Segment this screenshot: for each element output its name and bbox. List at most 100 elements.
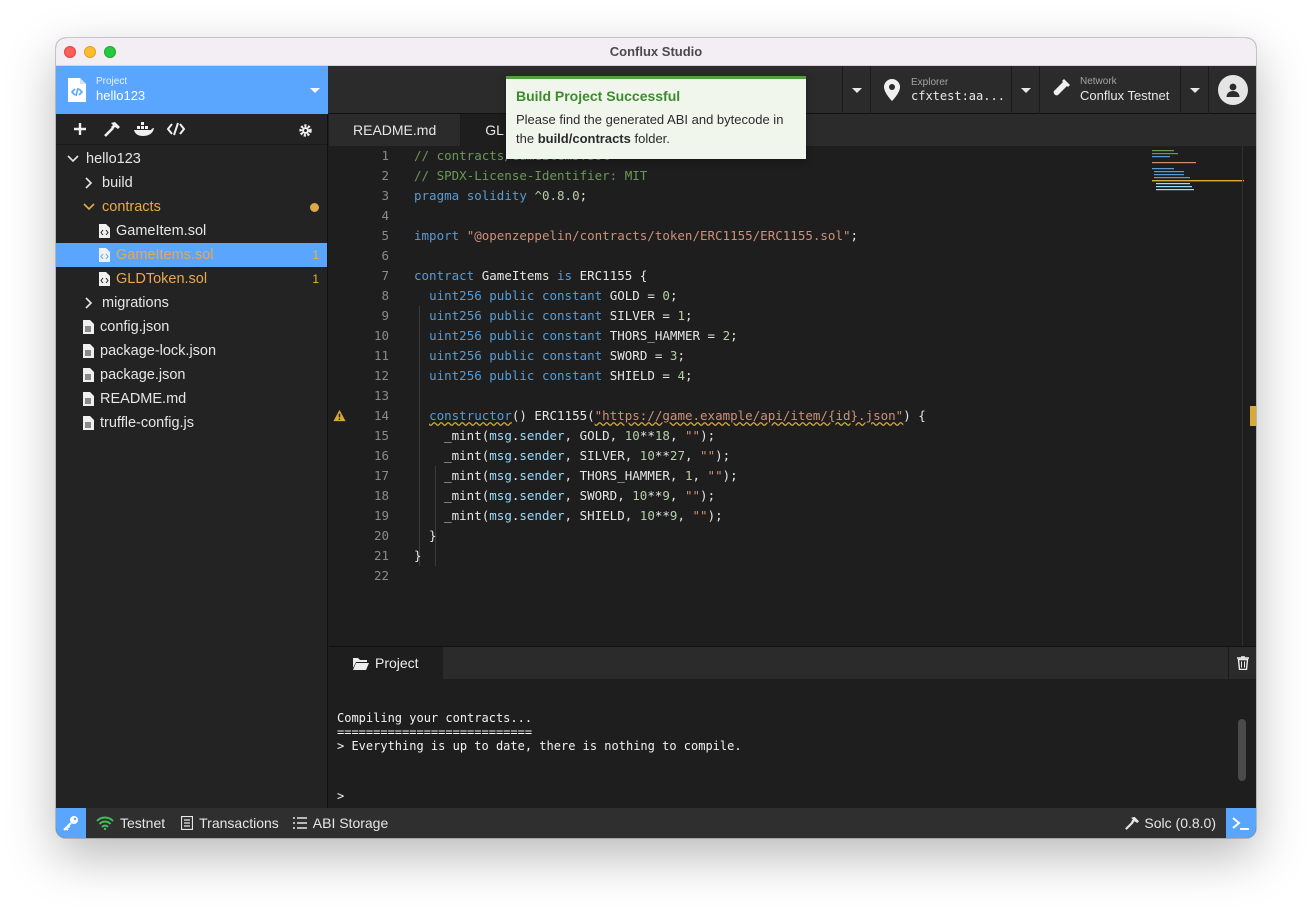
chevron-down-icon — [66, 152, 80, 166]
terminal-panel: Project Compiling your contracts... =====… — [329, 646, 1256, 808]
terminal-icon — [1232, 817, 1249, 830]
chevron-right-icon — [82, 296, 96, 310]
network-status[interactable]: Testnet — [96, 815, 165, 831]
project-selector[interactable]: Project hello123 — [56, 66, 328, 114]
file-package-json[interactable]: package.json — [56, 363, 327, 387]
folder-migrations[interactable]: migrations — [56, 291, 327, 315]
code-button[interactable] — [160, 115, 192, 143]
file-gldtoken[interactable]: GLDToken.sol 1 — [56, 267, 327, 291]
title-bar: Conflux Studio — [56, 38, 1256, 66]
abi-storage-label: ABI Storage — [312, 815, 389, 831]
folder-label: hello123 — [86, 151, 141, 167]
line-number: 2 — [381, 168, 389, 183]
file-icon — [83, 416, 94, 430]
sidebar-toolbar — [56, 114, 327, 145]
terminal-scrollbar[interactable] — [1238, 719, 1246, 781]
terminal-line: =========================== — [337, 725, 533, 739]
terminal-tabs: Project — [329, 647, 1256, 679]
line-number: 16 — [373, 448, 389, 463]
code-icon — [167, 122, 185, 136]
tab-project-terminal[interactable]: Project — [329, 647, 443, 679]
warning-icon[interactable] — [333, 409, 346, 422]
key-icon — [63, 816, 78, 831]
project-name: hello123 — [96, 88, 146, 104]
minimize-window-button[interactable] — [84, 46, 96, 58]
build-success-toast[interactable]: Build Project Successful Please find the… — [506, 76, 806, 159]
file-gameitems[interactable]: GameItems.sol 1 — [56, 243, 327, 267]
gear-icon — [298, 123, 312, 137]
file-icon — [83, 344, 94, 358]
deploy-button[interactable] — [128, 115, 160, 143]
map-pin-icon — [884, 79, 900, 101]
file-config-json[interactable]: config.json — [56, 315, 327, 339]
chevron-down-icon[interactable] — [310, 88, 320, 93]
folder-contracts[interactable]: contracts — [56, 195, 327, 219]
transactions-button[interactable]: Transactions — [181, 815, 279, 831]
code-file-icon — [99, 224, 110, 238]
terminal-output: Compiling your contracts... =============… — [337, 711, 742, 753]
file-label: package.json — [100, 367, 186, 383]
file-truffle-config[interactable]: truffle-config.js — [56, 411, 327, 435]
line-number: 11 — [373, 348, 389, 363]
trash-icon — [1236, 656, 1249, 670]
terminal-line: Compiling your contracts... — [337, 711, 533, 725]
editor-scrollbar[interactable] — [1242, 146, 1256, 646]
window-controls — [64, 46, 116, 58]
line-number: 22 — [373, 568, 389, 583]
terminal-tab-label: Project — [375, 655, 419, 671]
network-dropdown[interactable] — [1180, 66, 1208, 114]
abi-storage-button[interactable]: ABI Storage — [292, 815, 389, 831]
explorer-address: cfxtest:aa... — [911, 88, 1005, 103]
line-number: 6 — [381, 248, 389, 263]
app-window: Conflux Studio Project hello123 Explorer — [56, 38, 1256, 838]
line-number: 8 — [381, 288, 389, 303]
line-number: 18 — [373, 488, 389, 503]
problem-count-badge: 1 — [312, 272, 319, 286]
code-editor[interactable]: 1// contracts/GameItems.sol 2// SPDX-Lic… — [329, 146, 1256, 646]
file-label: GameItem.sol — [116, 223, 207, 239]
project-label: Project — [96, 76, 128, 88]
docker-icon — [134, 122, 154, 136]
file-tree: hello123 build contracts GameItem.sol Ga… — [56, 145, 327, 435]
modified-indicator — [310, 202, 319, 212]
network-selector[interactable]: Network Conflux Testnet — [1039, 66, 1179, 114]
compiler-version-button[interactable]: Solc (0.8.0) — [1124, 808, 1216, 838]
line-number: 12 — [373, 368, 389, 383]
compiler-version-label: Solc (0.8.0) — [1144, 815, 1216, 831]
avatar[interactable] — [1217, 75, 1248, 105]
file-label: truffle-config.js — [100, 415, 195, 431]
problem-count-badge: 1 — [312, 248, 319, 262]
line-number: 13 — [373, 388, 389, 403]
toggle-terminal-button[interactable] — [1226, 808, 1256, 838]
explorer-label: Explorer — [911, 76, 949, 88]
minimap[interactable] — [1152, 148, 1244, 192]
explorer-dropdown[interactable] — [1011, 66, 1039, 114]
file-label: GameItems.sol — [116, 247, 214, 263]
line-number: 19 — [373, 508, 389, 523]
file-package-lock-json[interactable]: package-lock.json — [56, 339, 327, 363]
maximize-window-button[interactable] — [104, 46, 116, 58]
keypair-button[interactable] — [56, 808, 86, 838]
folder-build[interactable]: build — [56, 171, 327, 195]
clear-terminal-button[interactable] — [1228, 647, 1256, 679]
file-gameitem[interactable]: GameItem.sol — [56, 219, 327, 243]
tab-readme[interactable]: README.md — [329, 114, 462, 146]
status-bar: Testnet Transactions ABI Storage Solc (0… — [56, 808, 1256, 838]
explorer-selector[interactable]: Explorer cfxtest:aa... — [870, 66, 1010, 114]
line-number: 3 — [381, 188, 389, 203]
file-explorer-sidebar: hello123 build contracts GameItem.sol Ga… — [56, 114, 328, 808]
user-menu[interactable] — [1208, 66, 1256, 114]
contract-dropdown[interactable] — [842, 66, 870, 114]
code-file-icon — [68, 78, 86, 102]
line-number: 1 — [381, 148, 389, 163]
file-readme[interactable]: README.md — [56, 387, 327, 411]
new-file-button[interactable] — [64, 115, 96, 143]
close-window-button[interactable] — [64, 46, 76, 58]
build-button[interactable] — [96, 115, 128, 143]
line-number: 9 — [381, 308, 389, 323]
terminal-line: > Everything is up to date, there is not… — [337, 739, 742, 753]
line-number: 21 — [373, 548, 389, 563]
settings-button[interactable] — [289, 116, 321, 144]
folder-hello123[interactable]: hello123 — [56, 147, 327, 171]
terminal-prompt[interactable]: > — [337, 789, 344, 803]
